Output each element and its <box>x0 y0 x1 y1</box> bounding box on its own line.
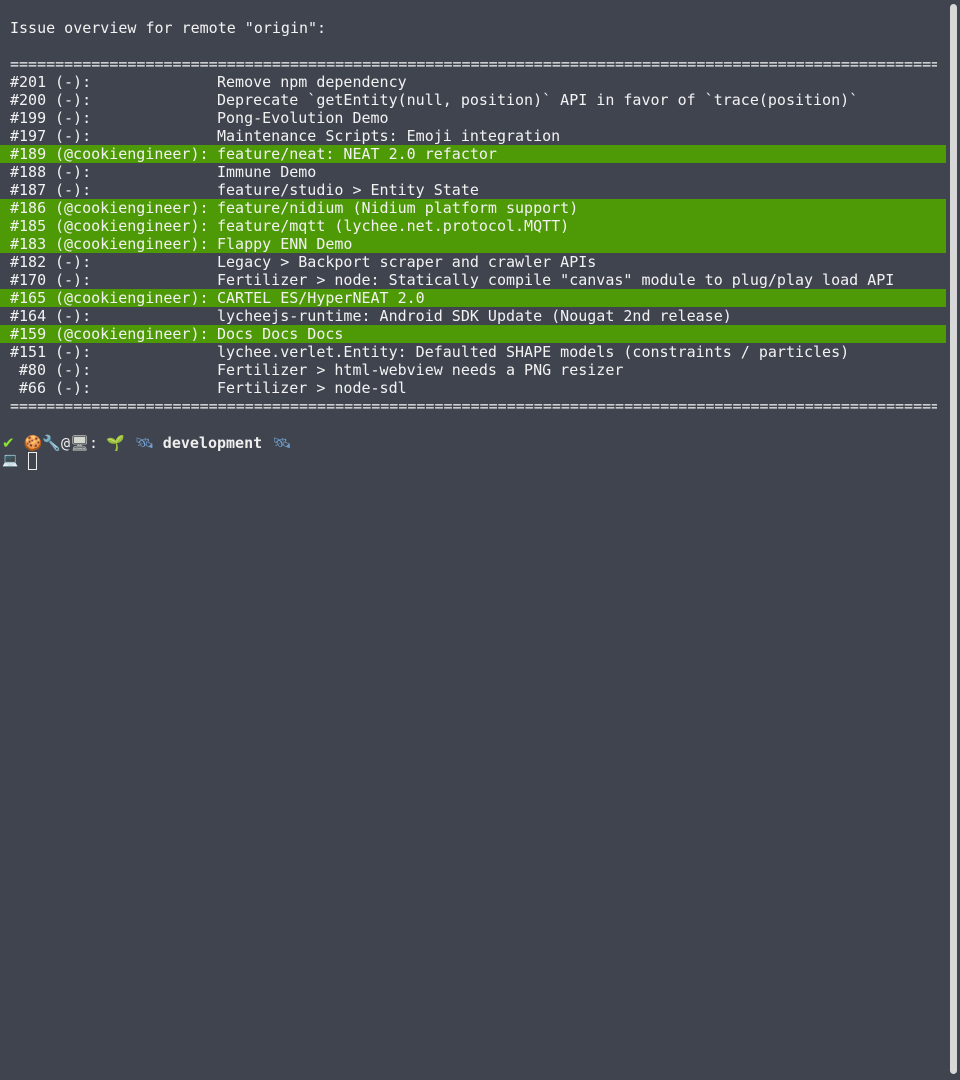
computer-icon: 🖥 <box>69 434 90 452</box>
issue-title: Fertilizer > node: Statically compile "c… <box>217 271 895 289</box>
issue-row: #159 (@cookiengineer): Docs Docs Docs <box>0 325 946 343</box>
issue-author: (-): <box>55 91 92 109</box>
issue-author: (@cookiengineer): <box>55 145 209 163</box>
issue-row: #188 (-): Immune Demo <box>0 163 946 181</box>
issue-title: Flappy ENN Demo <box>217 235 353 253</box>
issue-row: #182 (-): Legacy > Backport scraper and cr… <box>0 253 946 271</box>
scrollbar-thumb[interactable] <box>950 4 957 1074</box>
issue-author: (@cookiengineer): <box>55 289 209 307</box>
issue-number: #183 <box>10 235 47 253</box>
issue-row: #183 (@cookiengineer): Flappy ENN Demo <box>0 235 946 253</box>
issue-author: (-): <box>55 271 92 289</box>
issue-number: #66 <box>18 379 46 397</box>
issue-author: (-): <box>55 361 92 379</box>
issue-title: Pong-Evolution Demo <box>217 109 389 127</box>
terminal-window[interactable]: Issue overview for remote "origin": ====… <box>0 0 960 1080</box>
issue-overview-header: Issue overview for remote "origin": <box>10 19 327 37</box>
satellite-icon: 🛰 <box>134 434 154 452</box>
issue-author: (-): <box>55 163 92 181</box>
issue-row: #164 (-): lycheejs-runtime: Android SDK Up… <box>0 307 946 325</box>
issue-number: #197 <box>10 127 47 145</box>
issue-row: #185 (@cookiengineer): feature/mqtt (lyche… <box>0 217 946 235</box>
issue-author: (-): <box>55 379 92 397</box>
issue-row: #189 (@cookiengineer): feature/neat: NEAT … <box>0 145 946 163</box>
issue-number: #170 <box>10 271 47 289</box>
issue-number: #182 <box>10 253 47 271</box>
issue-author: (@cookiengineer): <box>55 199 209 217</box>
git-branch-label: development <box>162 434 263 452</box>
text-cursor[interactable] <box>28 452 38 470</box>
issue-title: feature/nidium (Nidium platform support) <box>217 199 579 217</box>
issue-author: (-): <box>55 253 92 271</box>
issue-number: #159 <box>10 325 47 343</box>
issue-author: (@cookiengineer): <box>55 325 209 343</box>
issue-title: Deprecate `getEntity(null, position)` AP… <box>217 91 859 109</box>
issue-number: #80 <box>18 361 46 379</box>
terminal-output: Issue overview for remote "origin": ====… <box>0 19 946 415</box>
issue-row: #186 (@cookiengineer): feature/nidium (Nid… <box>0 199 946 217</box>
issue-author: (-): <box>55 109 92 127</box>
separator-bottom: ========================================… <box>10 397 937 415</box>
issue-number: #151 <box>10 343 47 361</box>
issue-title: Fertilizer > node-sdl <box>217 379 407 397</box>
issue-row: #80 (-): Fertilizer > html-webview needs a… <box>0 361 946 379</box>
issue-number: #186 <box>10 199 47 217</box>
issue-row: #201 (-): Remove npm dependency <box>0 73 946 91</box>
issue-number: #199 <box>10 109 47 127</box>
issue-row: #66 (-): Fertilizer > node-sdl <box>0 379 946 397</box>
issue-author: (@cookiengineer): <box>55 235 209 253</box>
issue-number: #165 <box>10 289 47 307</box>
issue-title: Fertilizer > html-webview needs a PNG re… <box>217 361 624 379</box>
issue-row: #199 (-): Pong-Evolution Demo <box>0 109 946 127</box>
wrench-icon: 🔧 <box>42 434 61 452</box>
issue-row: #165 (@cookiengineer): CARTEL ES/HyperNEAT… <box>0 289 946 307</box>
cookie-icon: 🍪 <box>23 434 43 452</box>
issue-author: (-): <box>55 343 92 361</box>
issue-title: CARTEL ES/HyperNEAT 2.0 <box>217 289 425 307</box>
issue-title: lychee.verlet.Entity: Defaulted SHAPE mo… <box>217 343 850 361</box>
issue-list: #201 (-): Remove npm dependency #200 (-): Dep… <box>0 73 946 397</box>
issue-author: (@cookiengineer): <box>55 217 209 235</box>
issue-title: lycheejs-runtime: Android SDK Update (No… <box>217 307 732 325</box>
issue-number: #187 <box>10 181 47 199</box>
issue-row: #197 (-): Maintenance Scripts: Emoji integ… <box>0 127 946 145</box>
issue-row: #187 (-): feature/studio > Entity State <box>0 181 946 199</box>
satellite-icon: 🛰 <box>272 434 292 452</box>
issue-number: #201 <box>10 73 47 91</box>
issue-title: Docs Docs Docs <box>217 325 344 343</box>
issue-number: #200 <box>10 91 47 109</box>
issue-title: feature/studio > Entity State <box>217 181 479 199</box>
issue-title: Immune Demo <box>217 163 317 181</box>
issue-title: feature/mqtt (lychee.net.protocol.MQTT) <box>217 217 570 235</box>
check-icon: ✔ <box>2 434 15 452</box>
scrollbar[interactable] <box>948 0 960 1080</box>
laptop-icon: 💻 <box>2 453 19 468</box>
shell-prompt: ✔ 🍪 🔧 @ 🖥 : 🌱 🛰 development 🛰 <box>0 433 300 453</box>
issue-number: #164 <box>10 307 47 325</box>
issue-row: #170 (-): Fertilizer > node: Statically co… <box>0 271 946 289</box>
issue-number: #185 <box>10 217 47 235</box>
issue-number: #188 <box>10 163 47 181</box>
command-input-line[interactable]: 💻 <box>2 451 38 471</box>
issue-author: (-): <box>55 307 92 325</box>
issue-author: (-): <box>55 73 92 91</box>
issue-title: Maintenance Scripts: Emoji integration <box>217 127 561 145</box>
issue-author: (-): <box>55 181 92 199</box>
issue-title: feature/neat: NEAT 2.0 refactor <box>217 145 497 163</box>
issue-author: (-): <box>55 127 92 145</box>
issue-number: #189 <box>10 145 47 163</box>
sprout-icon: 🌱 <box>106 434 125 452</box>
prompt-colon: : <box>89 434 99 452</box>
issue-title: Remove npm dependency <box>217 73 407 91</box>
issue-row: #151 (-): lychee.verlet.Entity: Defaulted … <box>0 343 946 361</box>
prompt-at: @ <box>60 434 70 452</box>
separator-top: ========================================… <box>10 55 937 73</box>
issue-row: #200 (-): Deprecate `getEntity(null, posit… <box>0 91 946 109</box>
issue-title: Legacy > Backport scraper and crawler AP… <box>217 253 597 271</box>
